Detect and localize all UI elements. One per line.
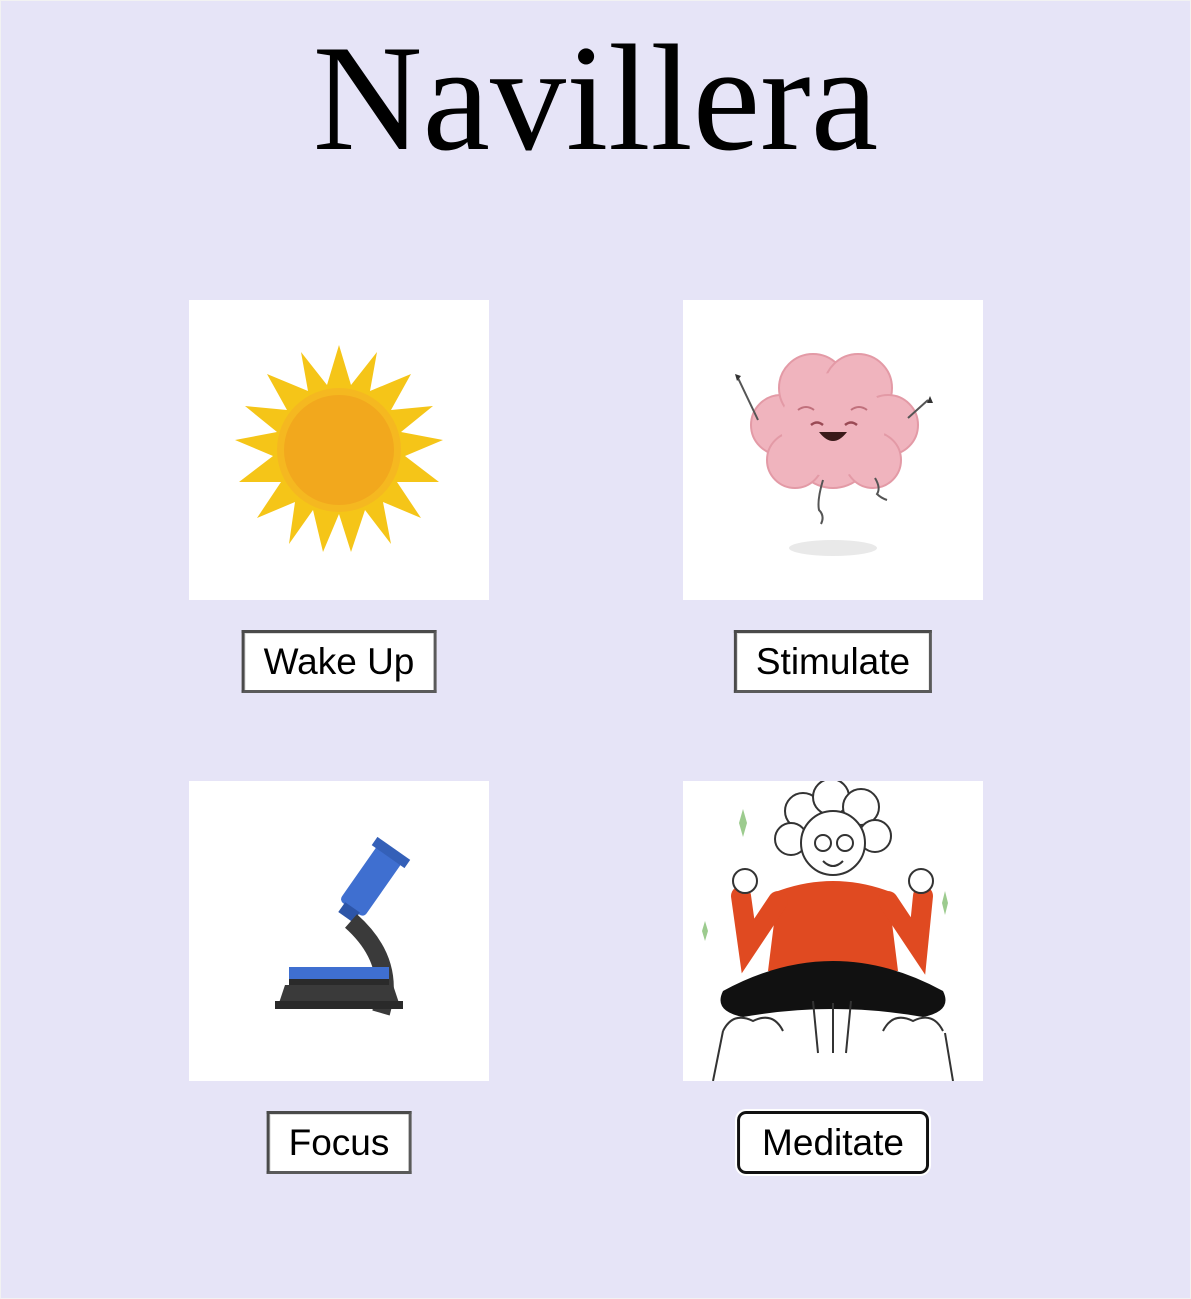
meditation-image[interactable] — [683, 781, 983, 1081]
stimulate-button[interactable]: Stimulate — [733, 630, 933, 693]
microscope-image[interactable] — [189, 781, 489, 1081]
activity-card-stimulate: Stimulate — [683, 300, 983, 693]
focus-button[interactable]: Focus — [266, 1111, 412, 1174]
brain-image[interactable] — [683, 300, 983, 600]
microscope-icon — [275, 836, 411, 1016]
activity-card-meditate: Meditate — [683, 781, 983, 1176]
page-frame — [0, 0, 1191, 1299]
wake-up-button[interactable]: Wake Up — [241, 630, 437, 693]
sun-icon — [235, 345, 443, 552]
page-title: Navillera — [312, 14, 879, 182]
meditating-person-icon — [702, 781, 954, 1081]
sun-image[interactable] — [189, 300, 489, 600]
activity-card-focus: Focus — [189, 781, 489, 1174]
activity-card-wake-up: Wake Up — [189, 300, 489, 693]
meditate-button[interactable]: Meditate — [735, 1109, 931, 1176]
happy-brain-icon — [735, 353, 933, 556]
